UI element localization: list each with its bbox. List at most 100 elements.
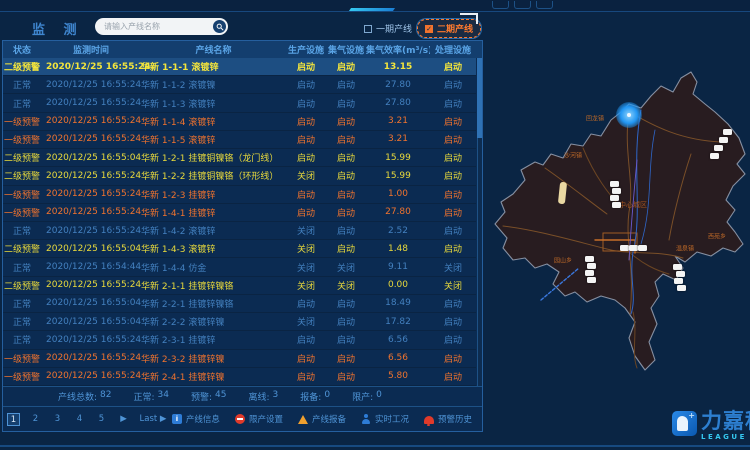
table-row[interactable]: 正常2020/12/25 16:55:24华新 1-1-2 滚镀镍启动启动27.… [3, 76, 476, 94]
monitor-cluster-mid[interactable] [620, 245, 629, 251]
monitor-cluster-center[interactable] [610, 181, 619, 187]
cell-name: 华新 1-2-1 挂镀铜镍铬（龙门线） [136, 151, 286, 164]
cell-treat: 启动 [430, 169, 476, 182]
cell-status: 二级预警 [3, 242, 41, 255]
table-row[interactable]: 一级预警2020/12/25 16:55:24华新 2-3-2 挂镀锌镍启动启动… [3, 350, 476, 368]
cell-name: 华新 2-2-1 挂镀锌镍铬 [136, 297, 286, 310]
bottom-divider [0, 445, 750, 447]
monitor-cluster-mid[interactable] [638, 245, 647, 251]
table-row[interactable]: 二级预警2020/12/25 16:55:24华新 2-1-1 挂镀锌镍铬关闭关… [3, 277, 476, 295]
table-row[interactable]: 正常2020/12/25 16:54:44华新 1-4-4 仿金关闭关闭9.11… [3, 258, 476, 276]
cell-time: 2020/12/25 16:55:24 [41, 171, 136, 181]
toolbar-button-产线报备[interactable]: 产线报备 [298, 413, 346, 425]
table-row[interactable]: 正常2020/12/25 16:55:04华新 2-2-1 挂镀锌镍铬启动启动1… [3, 295, 476, 313]
cell-name: 华新 1-1-2 滚镀镍 [136, 78, 286, 91]
column-header: 处理设施 [430, 43, 476, 56]
scrollbar-thumb[interactable] [477, 58, 482, 138]
cell-time: 2020/12/25 16:55:24 [41, 80, 136, 90]
monitor-cluster-ne[interactable] [723, 129, 732, 135]
table-row[interactable]: 一级预警2020/12/25 16:55:24华新 1-2-3 挂镀锌启动启动1… [3, 186, 476, 204]
cell-name: 华新 2-2-2 滚镀锌镍 [136, 315, 286, 328]
cell-treat: 启动 [430, 151, 476, 164]
report-triangle-icon [298, 415, 308, 424]
cell-time: 2020/12/25 16:55:24 [41, 62, 136, 72]
page-number[interactable]: 3 [51, 413, 64, 426]
selected-site-beacon[interactable] [616, 102, 642, 128]
monitor-cluster-mid[interactable] [629, 245, 638, 251]
table-row[interactable]: 正常2020/12/25 16:55:24华新 2-3-1 挂镀锌启动启动6.5… [3, 331, 476, 349]
table-row[interactable]: 二级预警2020/12/25 16:55:24华新 1-2-2 挂镀铜镍铬（环形… [3, 167, 476, 185]
page-next-icon[interactable]: ▶ [117, 413, 130, 426]
cell-name: 华新 1-1-4 滚镀锌 [136, 115, 286, 128]
monitor-cluster-center[interactable] [612, 188, 621, 194]
page-number[interactable]: 2 [29, 413, 42, 426]
table-row[interactable]: 二级预警2020/12/25 16:55:04华新 1-4-3 滚镀锌关闭启动1… [3, 240, 476, 258]
cell-gas: 启动 [326, 297, 366, 310]
table-row[interactable]: 一级预警2020/12/25 16:55:24华新 1-4-1 挂镀锌启动启动2… [3, 204, 476, 222]
monitor-cluster-se[interactable] [677, 285, 686, 291]
page-current[interactable]: 1 [7, 413, 20, 426]
cell-status: 一级预警 [3, 115, 41, 128]
cell-gas: 启动 [326, 352, 366, 365]
page-number[interactable]: 5 [95, 413, 108, 426]
table-scrollbar[interactable] [477, 58, 482, 386]
monitor-cluster-south[interactable] [585, 270, 594, 276]
cell-status: 正常 [3, 224, 41, 237]
cell-gas: 启动 [326, 370, 366, 383]
table-row[interactable]: 正常2020/12/25 16:55:24华新 1-1-3 滚镀锌启动启动27.… [3, 94, 476, 112]
phase1-checkbox[interactable]: 一期产线 [364, 22, 412, 35]
toolbar-button-预警历史[interactable]: 预警历史 [424, 413, 472, 425]
page-number[interactable]: 4 [73, 413, 86, 426]
monitor-cluster-se[interactable] [673, 264, 682, 270]
monitor-cluster-center[interactable] [612, 202, 621, 208]
cell-status: 正常 [3, 78, 41, 91]
cell-name: 华新 1-4-2 滚镀锌 [136, 224, 286, 237]
cell-time: 2020/12/25 16:55:24 [41, 280, 136, 290]
cell-prod: 启动 [286, 352, 326, 365]
toolbar-button-限产设置[interactable]: 限产设置 [235, 413, 283, 425]
logo-name: 力嘉科技 [701, 411, 750, 432]
cell-prod: 启动 [286, 115, 326, 128]
search-input[interactable] [95, 22, 213, 31]
summary-item: 产线总数:82 [58, 390, 112, 403]
monitor-cluster-se[interactable] [676, 271, 685, 277]
table-row[interactable]: 正常2020/12/25 16:55:04华新 2-2-2 滚镀锌镍关闭启动17… [3, 313, 476, 331]
map-town-label: 园山乡 [554, 256, 572, 265]
cell-eff: 9.11 [366, 262, 430, 272]
monitor-cluster-south[interactable] [587, 263, 596, 269]
page-last-button[interactable]: Last ▶ [139, 413, 167, 426]
cell-prod: 关闭 [286, 315, 326, 328]
cell-status: 一级预警 [3, 206, 41, 219]
table-row[interactable]: 二级预警2020/12/25 16:55:24华新 1-1-1 滚镀锌启动启动1… [3, 58, 476, 76]
table-row[interactable]: 一级预警2020/12/25 16:55:24华新 1-1-4 滚镀锌启动启动3… [3, 113, 476, 131]
toolbar-button-实时工况[interactable]: 实时工况 [361, 413, 409, 425]
table-row[interactable]: 二级预警2020/12/25 16:55:04华新 1-2-1 挂镀铜镍铬（龙门… [3, 149, 476, 167]
monitor-cluster-south[interactable] [585, 256, 594, 262]
cell-time: 2020/12/25 16:55:04 [41, 244, 136, 254]
search-icon[interactable] [213, 20, 226, 33]
monitor-cluster-south[interactable] [587, 277, 596, 283]
cell-status: 一级预警 [3, 352, 41, 365]
page-title: 监 测 [32, 19, 84, 38]
cell-time: 2020/12/25 16:55:04 [41, 317, 136, 327]
table-row[interactable]: 一级预警2020/12/25 16:55:24华新 1-1-5 滚镀锌启动启动3… [3, 131, 476, 149]
cell-time: 2020/12/25 16:55:24 [41, 98, 136, 108]
summary-label: 限产: [352, 390, 373, 403]
monitor-cluster-ne[interactable] [714, 145, 723, 151]
monitor-cluster-se[interactable] [674, 278, 683, 284]
cell-time: 2020/12/25 16:55:24 [41, 371, 136, 381]
table-row[interactable]: 一级预警2020/12/25 16:55:24华新 2-4-1 挂镀锌镍启动启动… [3, 368, 476, 386]
cell-status: 正常 [3, 97, 41, 110]
map-town-label: 回龙镇 [586, 114, 604, 123]
toolbar-button-产线信息[interactable]: i产线信息 [172, 413, 220, 425]
cell-gas: 启动 [326, 151, 366, 164]
table-body: 二级预警2020/12/25 16:55:24华新 1-1-1 滚镀锌启动启动1… [3, 58, 482, 386]
monitor-cluster-center[interactable] [610, 195, 619, 201]
table-row[interactable]: 正常2020/12/25 16:55:24华新 1-4-2 滚镀锌关闭启动2.5… [3, 222, 476, 240]
monitor-cluster-ne[interactable] [710, 153, 719, 159]
cell-eff: 17.82 [366, 317, 430, 327]
monitor-cluster-ne[interactable] [719, 137, 728, 143]
cell-prod: 启动 [286, 370, 326, 383]
deco-tab [514, 1, 531, 9]
map-town-label: 沙河镇 [564, 151, 582, 160]
